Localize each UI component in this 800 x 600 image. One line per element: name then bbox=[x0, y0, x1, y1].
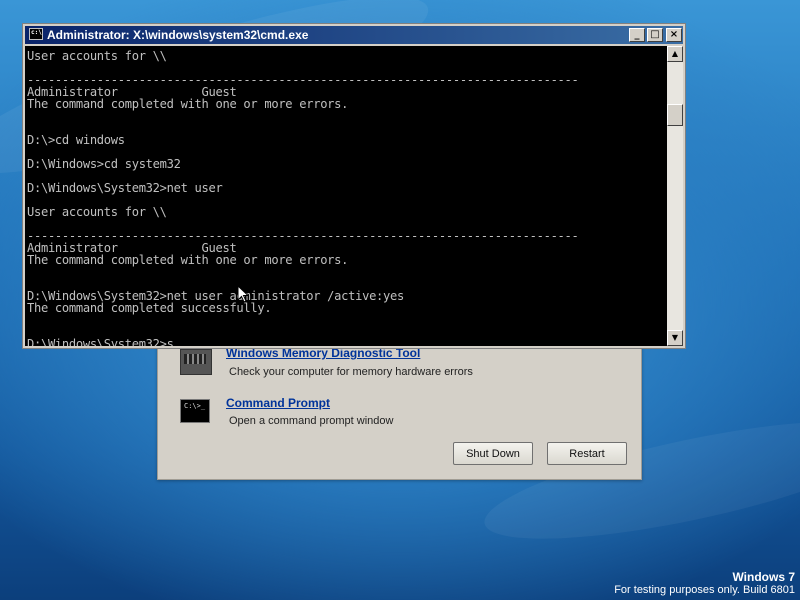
console-line: D:\Windows\System32>s bbox=[27, 337, 174, 346]
scrollbar-thumb[interactable] bbox=[667, 104, 683, 126]
close-button[interactable]: × bbox=[666, 28, 682, 42]
command-prompt-window[interactable]: Administrator: X:\windows\system32\cmd.e… bbox=[22, 23, 686, 349]
recovery-item-command-prompt[interactable]: C:\>_ Command Prompt Open a command prom… bbox=[158, 395, 638, 435]
maximize-button[interactable]: □ bbox=[647, 28, 663, 42]
memory-chip-icon bbox=[180, 349, 212, 375]
system-recovery-options-panel: Windows Memory Diagnostic Tool Check you… bbox=[157, 330, 642, 480]
minimize-button[interactable]: _ bbox=[629, 28, 645, 42]
console-line: User accounts for \\ bbox=[27, 205, 167, 219]
vertical-scrollbar[interactable]: ▲ ▼ bbox=[667, 46, 683, 346]
console-line: D:\Windows>cd system32 bbox=[27, 157, 181, 171]
console-line: D:\Windows\System32>net user bbox=[27, 181, 223, 195]
console-output[interactable]: User accounts for \\ --------------------… bbox=[25, 46, 667, 346]
window-title: Administrator: X:\windows\system32\cmd.e… bbox=[47, 28, 309, 42]
shut-down-button[interactable]: Shut Down bbox=[453, 442, 533, 465]
console-line: D:\>cd windows bbox=[27, 133, 125, 147]
restart-button[interactable]: Restart bbox=[547, 442, 627, 465]
build-watermark: For testing purposes only. Build 6801 bbox=[614, 584, 795, 596]
console-line: The command completed with one or more e… bbox=[27, 97, 349, 111]
command-prompt-link[interactable]: Command Prompt bbox=[226, 396, 330, 410]
console-line: The command completed successfully. bbox=[27, 301, 272, 315]
memory-diagnostic-description: Check your computer for memory hardware … bbox=[229, 366, 473, 378]
window-titlebar[interactable]: Administrator: X:\windows\system32\cmd.e… bbox=[25, 26, 683, 44]
scroll-up-arrow-icon[interactable]: ▲ bbox=[667, 46, 683, 62]
mouse-cursor-icon bbox=[237, 285, 249, 303]
windows-edition: Windows 7 bbox=[732, 570, 795, 584]
windows-branding: Windows 7 For testing purposes only. Bui… bbox=[614, 570, 795, 596]
command-prompt-description: Open a command prompt window bbox=[229, 415, 394, 427]
command-prompt-icon: C:\>_ bbox=[180, 399, 210, 423]
recovery-item-memory-diagnostic[interactable]: Windows Memory Diagnostic Tool Check you… bbox=[158, 345, 638, 385]
console-line: The command completed with one or more e… bbox=[27, 253, 349, 267]
console-app-icon[interactable] bbox=[29, 28, 43, 40]
console-line: User accounts for \\ bbox=[27, 49, 167, 63]
scroll-down-arrow-icon[interactable]: ▼ bbox=[667, 330, 683, 346]
